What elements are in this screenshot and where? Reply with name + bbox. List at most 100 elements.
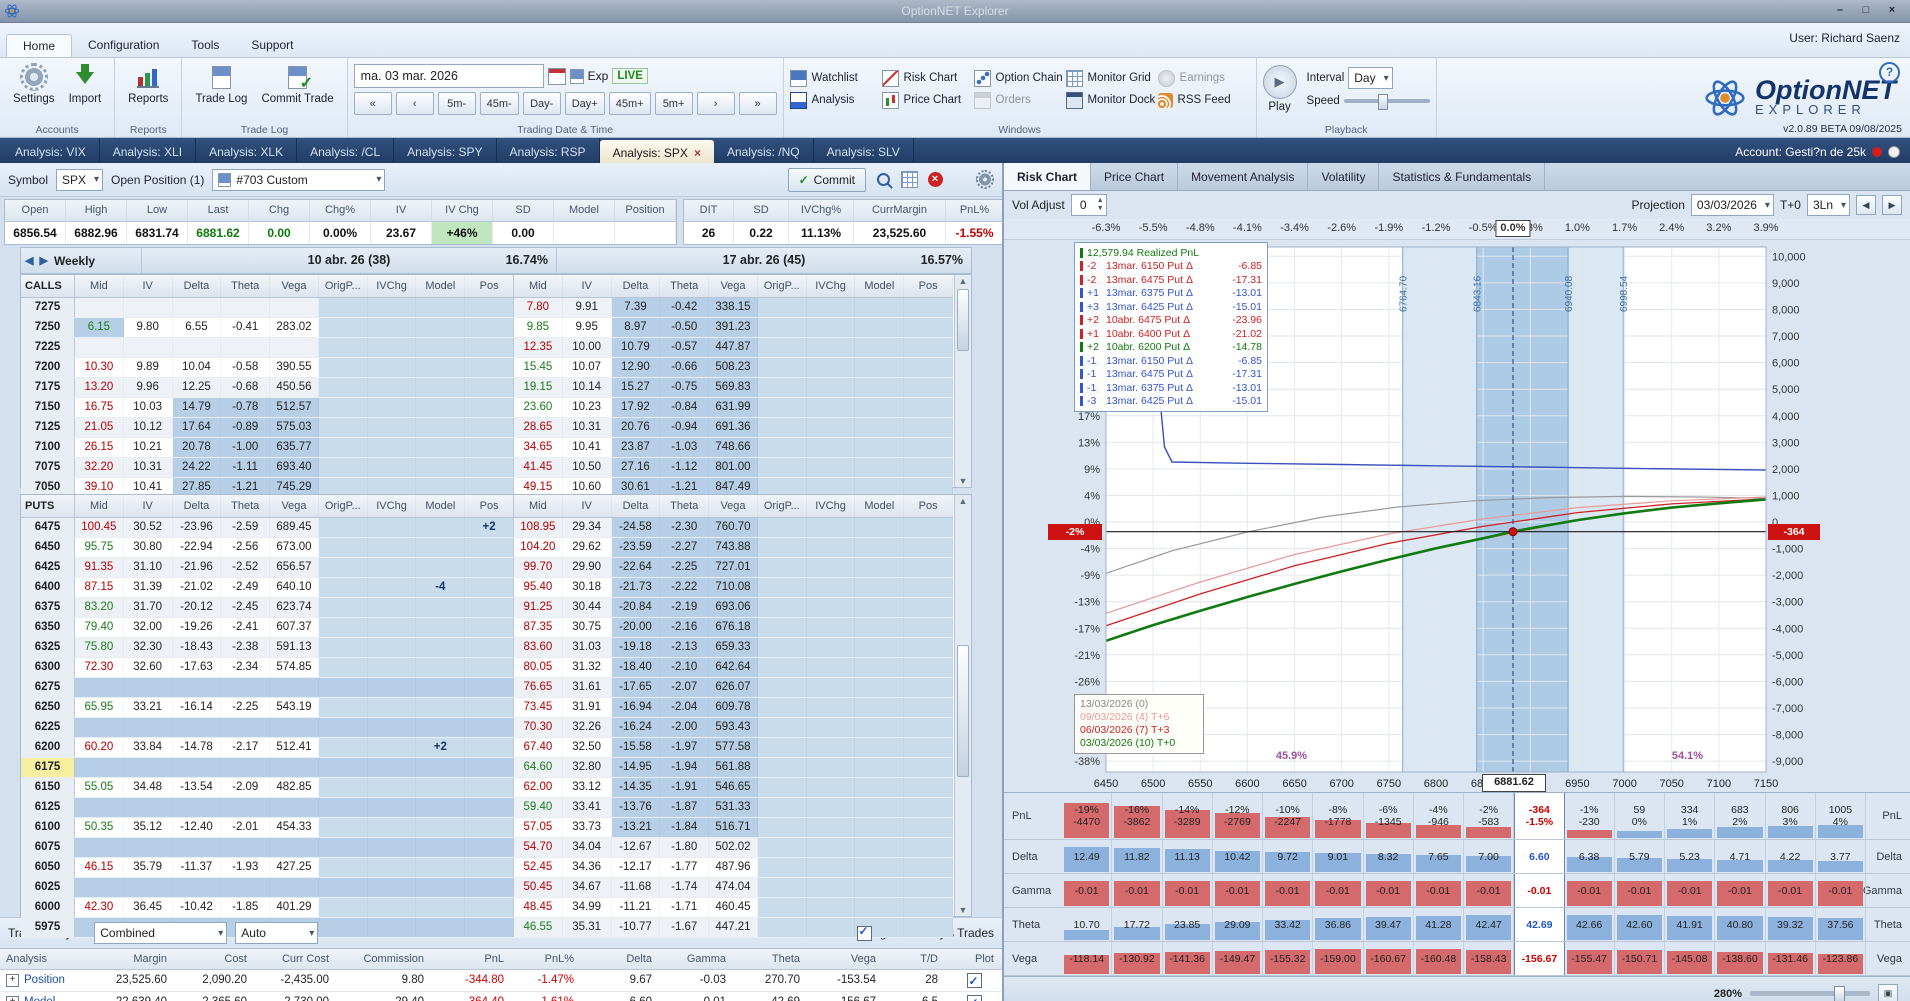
zoom-slider-thumb[interactable] [1834, 986, 1845, 1001]
speed-slider-thumb[interactable] [1378, 94, 1389, 110]
chain-cell[interactable]: -11.37 [173, 858, 222, 877]
strike-cell[interactable]: 7275 [21, 298, 75, 317]
chain-cell[interactable]: 104.20 [514, 538, 563, 557]
legend-entry[interactable]: -3 13mar. 6425 Put Δ -15.01 [1080, 395, 1262, 409]
chain-cell[interactable]: +2 [416, 738, 466, 757]
chain-cell[interactable] [367, 858, 417, 877]
trade-log-button[interactable]: Trade Log [188, 61, 254, 108]
chain-cell[interactable] [367, 318, 417, 337]
chain-cell[interactable] [806, 838, 856, 857]
chain-cell[interactable] [318, 358, 368, 377]
chain-cell[interactable]: 33.84 [124, 738, 173, 757]
chain-cell[interactable]: 607.37 [270, 618, 319, 637]
chain-cell[interactable] [904, 398, 953, 417]
chain-cell[interactable]: 23.60 [514, 398, 563, 417]
combined-combo[interactable]: Combined [94, 922, 228, 944]
chain-cell[interactable] [416, 758, 466, 777]
chain-cell[interactable] [855, 838, 905, 857]
analysis-tab-analysis-slv[interactable]: Analysis: SLV [814, 138, 914, 166]
chain-cell[interactable] [123, 878, 173, 897]
chain-cell[interactable] [416, 678, 466, 697]
chain-cell[interactable] [465, 798, 514, 817]
chain-cell[interactable] [806, 378, 856, 397]
strike-cell[interactable]: 6350 [21, 618, 75, 637]
chain-cell[interactable] [855, 638, 905, 657]
chain-cell[interactable] [270, 718, 319, 737]
chain-cell[interactable] [221, 878, 271, 897]
strike-cell[interactable]: 7075 [21, 458, 75, 477]
chain-cell[interactable] [416, 298, 466, 317]
strike-cell[interactable]: 7200 [21, 358, 75, 377]
chain-cell[interactable]: 12.25 [173, 378, 222, 397]
chain-cell[interactable]: 546.65 [709, 778, 758, 797]
strike-cell[interactable]: 5975 [21, 918, 75, 937]
vol-adjust-stepper[interactable]: 0 ▲ ▼ [1070, 194, 1107, 216]
legend-entry[interactable]: +2 10abr. 6475 Put Δ -23.96 [1080, 314, 1262, 328]
chain-cell[interactable]: 9.91 [563, 298, 612, 317]
chain-cell[interactable] [75, 718, 124, 737]
chain-cell[interactable]: 447.21 [709, 918, 758, 937]
chain-cell[interactable] [367, 718, 417, 737]
analysis-tab-analysis-spy[interactable]: Analysis: SPY [394, 138, 497, 166]
chain-cell[interactable] [757, 758, 807, 777]
chain-cell[interactable]: -1.87 [660, 798, 710, 817]
chain-cell[interactable] [123, 838, 173, 857]
chain-cell[interactable]: 516.71 [709, 818, 758, 837]
chain-cell[interactable] [806, 818, 856, 837]
chain-cell[interactable] [465, 578, 514, 597]
chain-cell[interactable] [173, 298, 222, 317]
chain-cell[interactable]: -21.02 [173, 578, 222, 597]
chain-cell[interactable] [806, 698, 856, 717]
chain-cell[interactable] [757, 338, 807, 357]
chain-cell[interactable]: 20.76 [611, 418, 661, 437]
stepper-arrows-icon[interactable]: ▲ ▼ [1095, 197, 1106, 213]
chain-cell[interactable]: 8.97 [611, 318, 661, 337]
next-expiry-icon[interactable]: ▶ [39, 254, 47, 267]
chain-cell[interactable]: -2.25 [221, 698, 271, 717]
chain-cell[interactable] [904, 318, 953, 337]
chain-cell[interactable]: 626.07 [709, 678, 758, 697]
expander-icon[interactable]: + [6, 974, 19, 987]
chain-cell[interactable]: -1.03 [660, 438, 710, 457]
chain-cell[interactable] [367, 358, 417, 377]
chain-cell[interactable] [318, 758, 368, 777]
ignore-trades-checkbox[interactable] [856, 924, 872, 941]
projection-prev-icon[interactable]: ◀ [1856, 195, 1876, 215]
chain-cell[interactable]: -1.84 [660, 818, 710, 837]
chain-cell[interactable] [270, 678, 319, 697]
chain-cell[interactable]: 31.32 [563, 658, 612, 677]
chain-cell[interactable] [416, 618, 466, 637]
chain-cell[interactable]: 108.95 [514, 518, 563, 537]
chain-cell[interactable]: 87.15 [75, 578, 124, 597]
chain-cell[interactable] [318, 918, 368, 937]
chain-cell[interactable] [465, 678, 514, 697]
chain-cell[interactable]: -2.34 [221, 658, 271, 677]
chain-cell[interactable]: 30.75 [563, 618, 612, 637]
chain-cell[interactable]: 24.22 [172, 458, 222, 477]
chain-cell[interactable] [416, 838, 466, 857]
chain-cell[interactable]: 474.04 [709, 878, 758, 897]
legend-entry[interactable]: 12,579.94 Realized PnL [1080, 246, 1262, 260]
chain-cell[interactable]: -11.68 [612, 878, 661, 897]
chain-cell[interactable]: 487.96 [709, 858, 758, 877]
chain-cell[interactable] [855, 618, 905, 637]
chain-cell[interactable]: -1.94 [660, 758, 710, 777]
chain-cell[interactable]: 13.20 [75, 378, 124, 397]
chain-cell[interactable] [757, 838, 807, 857]
analysis-tab-analysis-cl[interactable]: Analysis: /CL [297, 138, 395, 166]
chain-cell[interactable]: -19.26 [173, 618, 222, 637]
chain-cell[interactable] [904, 698, 953, 717]
chain-cell[interactable] [367, 338, 417, 357]
chain-cell[interactable]: 19.15 [514, 378, 563, 397]
chain-cell[interactable] [855, 878, 905, 897]
chain-cell[interactable]: -0.94 [660, 418, 710, 437]
chain-cell[interactable] [367, 618, 417, 637]
chain-cell[interactable]: 659.33 [709, 638, 758, 657]
chain-cell[interactable]: 693.06 [709, 598, 758, 617]
chain-cell[interactable]: 15.27 [611, 378, 661, 397]
chain-cell[interactable]: 32.30 [124, 638, 173, 657]
chain-cell[interactable]: 12.90 [611, 358, 661, 377]
strike-cell[interactable]: 6275 [21, 678, 75, 697]
chain-cell[interactable] [855, 678, 905, 697]
windows-item-risk-chart[interactable]: Risk Chart [881, 69, 974, 87]
